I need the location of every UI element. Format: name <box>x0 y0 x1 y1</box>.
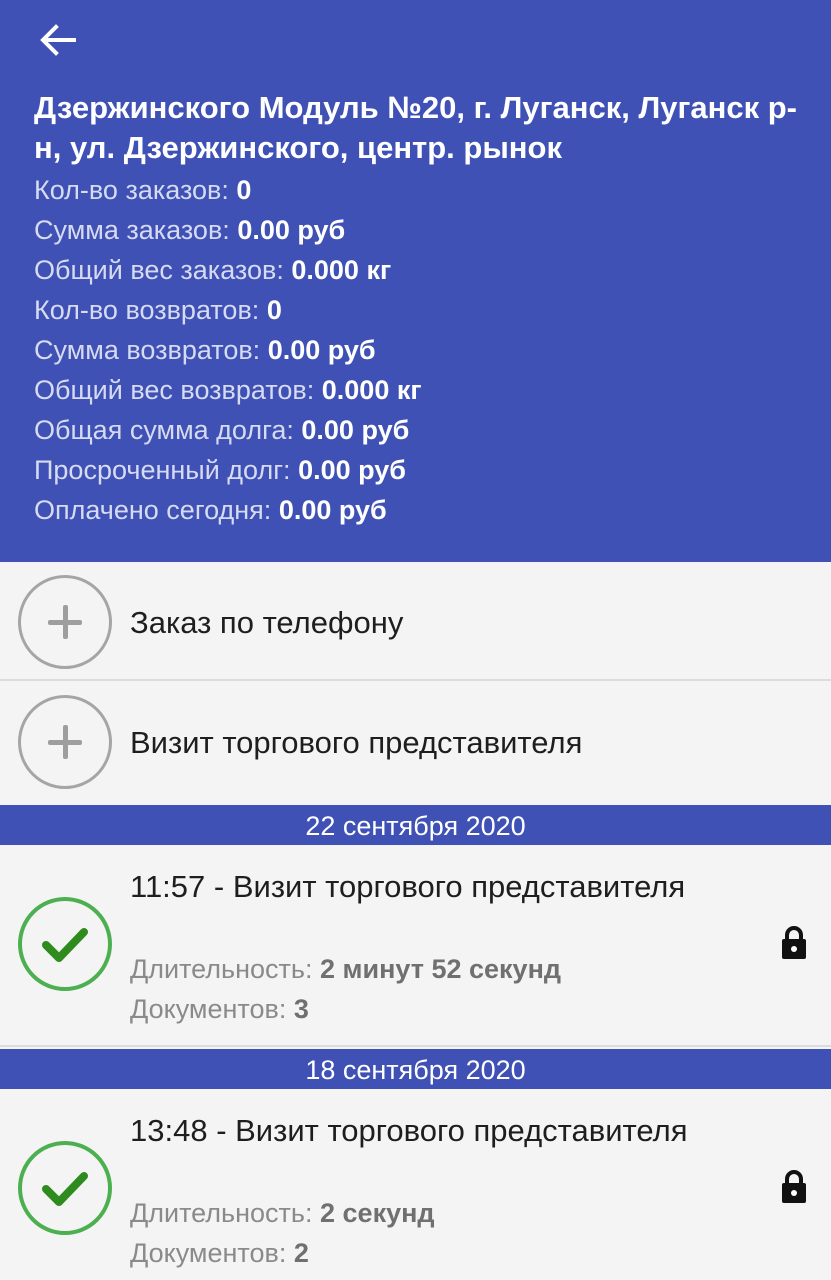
sales-rep-visit-button[interactable]: Визит торгового представителя <box>0 683 831 801</box>
check-circle-icon <box>18 897 112 991</box>
stat-value: 0.00 руб <box>298 455 406 485</box>
stat-orders-weight: Общий вес заказов: 0.000 кг <box>34 250 814 290</box>
visit-documents: Документов: 2 <box>130 1233 730 1273</box>
outlet-header: Дзержинского Модуль №20, г. Луганск, Луг… <box>0 0 831 562</box>
phone-order-label: Заказ по телефону <box>130 605 404 640</box>
stat-label: Сумма возвратов: <box>34 335 261 365</box>
stat-paid-today: Оплачено сегодня: 0.00 руб <box>34 490 814 530</box>
stat-label: Просроченный долг: <box>34 455 291 485</box>
stat-label: Кол-во возвратов: <box>34 295 260 325</box>
duration-value: 2 секунд <box>320 1198 435 1228</box>
documents-label: Документов: <box>130 1238 287 1268</box>
stat-orders-sum: Сумма заказов: 0.00 руб <box>34 210 814 250</box>
stat-label: Оплачено сегодня: <box>34 495 272 525</box>
visit-title: 11:57 - Визит торгового представителя <box>130 869 686 904</box>
outlet-stats: Кол-во заказов: 0 Сумма заказов: 0.00 ру… <box>34 170 814 530</box>
back-button[interactable] <box>30 14 86 66</box>
stat-value: 0.00 руб <box>267 335 376 365</box>
visit-duration: Длительность: 2 минут 52 секунд <box>130 949 730 989</box>
stat-value: 0.00 руб <box>301 415 410 445</box>
checkmark-icon <box>42 928 88 962</box>
stat-returns-weight: Общий вес возвратов: 0.000 кг <box>34 370 814 410</box>
documents-label: Документов: <box>130 994 287 1024</box>
documents-value: 3 <box>293 994 309 1024</box>
lock-icon <box>782 1170 806 1203</box>
outlet-title: Дзержинского Модуль №20, г. Луганск, Луг… <box>34 90 797 165</box>
stat-value: 0 <box>236 175 252 205</box>
duration-label: Длительность: <box>130 1198 313 1228</box>
stat-total-debt: Общая сумма долга: 0.00 руб <box>34 410 814 450</box>
visit-documents: Документов: 3 <box>130 989 730 1029</box>
stat-overdue-debt: Просроченный долг: 0.00 руб <box>34 450 814 490</box>
duration-value: 2 минут 52 секунд <box>320 954 562 984</box>
phone-order-button[interactable]: Заказ по телефону <box>0 563 831 681</box>
stat-value: 0.000 кг <box>321 375 422 405</box>
check-circle-icon <box>18 1141 112 1235</box>
stat-returns-count: Кол-во возвратов: 0 <box>34 290 814 330</box>
stat-label: Сумма заказов: <box>34 215 230 245</box>
stat-label: Кол-во заказов: <box>34 175 229 205</box>
checkmark-icon <box>42 1172 88 1206</box>
stat-value: 0 <box>266 295 282 325</box>
visit-title: 13:48 - Визит торгового представителя <box>130 1113 688 1148</box>
stat-value: 0.00 руб <box>278 495 387 525</box>
sales-rep-visit-label: Визит торгового представителя <box>130 725 583 760</box>
stat-value: 0.000 кг <box>291 255 392 285</box>
date-header: 22 сентября 2020 <box>0 805 831 845</box>
visit-list-item[interactable]: 11:57 - Визит торгового представителя Дл… <box>0 845 831 1047</box>
lock-icon <box>782 926 806 959</box>
stat-returns-sum: Сумма возвратов: 0.00 руб <box>34 330 814 370</box>
stat-orders-count: Кол-во заказов: 0 <box>34 170 814 210</box>
stat-label: Общий вес заказов: <box>34 255 284 285</box>
plus-circle-icon <box>18 695 112 789</box>
documents-value: 2 <box>293 1238 309 1268</box>
stat-value: 0.00 руб <box>237 215 346 245</box>
stat-label: Общий вес возвратов: <box>34 375 315 405</box>
visit-duration: Длительность: 2 секунд <box>130 1193 730 1233</box>
plus-circle-icon <box>18 575 112 669</box>
visit-list-item[interactable]: 13:48 - Визит торгового представителя Дл… <box>0 1089 831 1280</box>
arrow-left-icon <box>40 24 76 56</box>
date-header: 18 сентября 2020 <box>0 1049 831 1089</box>
duration-label: Длительность: <box>130 954 313 984</box>
stat-label: Общая сумма долга: <box>34 415 294 445</box>
